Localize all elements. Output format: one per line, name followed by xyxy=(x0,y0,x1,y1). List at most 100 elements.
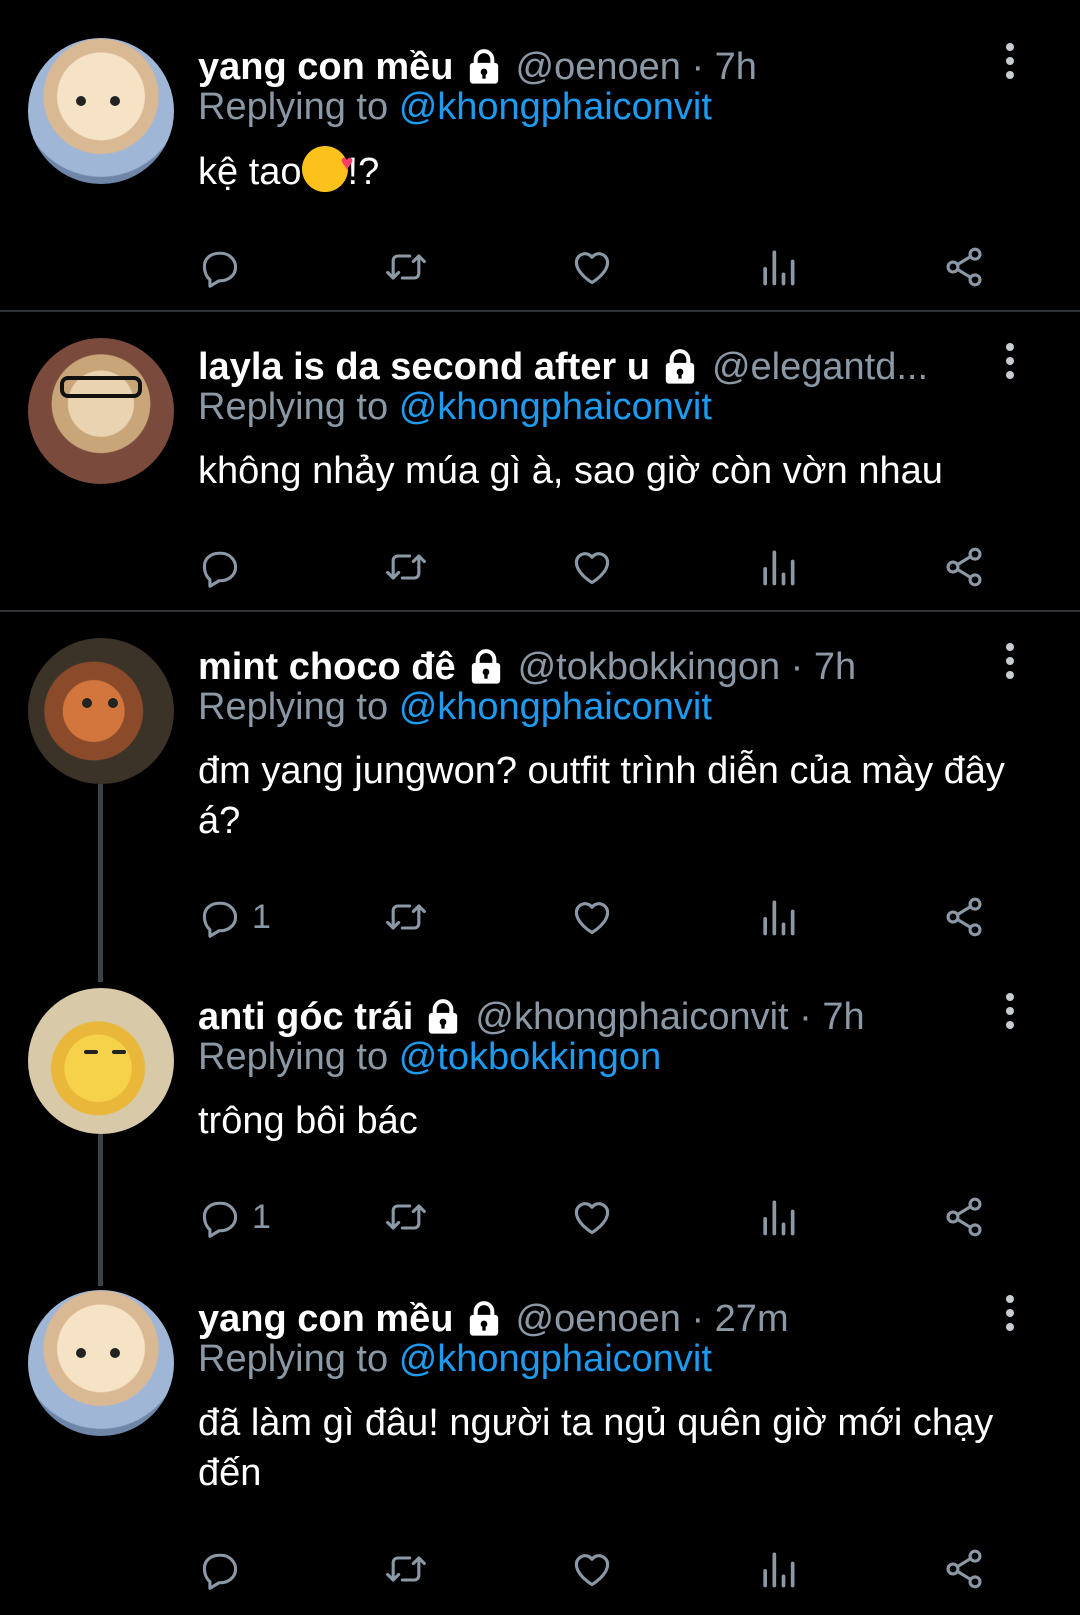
reply-button[interactable] xyxy=(198,1545,252,1593)
reply-button[interactable]: 1 xyxy=(198,893,271,941)
like-button[interactable] xyxy=(570,543,614,591)
analytics-button[interactable] xyxy=(756,243,800,291)
tweet-actions xyxy=(198,543,1018,591)
mention-link[interactable]: @khongphaiconvit xyxy=(399,386,712,428)
like-button[interactable] xyxy=(570,893,614,941)
timestamp[interactable]: 7h xyxy=(822,996,864,1039)
lock-icon xyxy=(466,647,506,687)
analytics-icon xyxy=(756,245,800,289)
tweet-actions: 1 xyxy=(198,1193,1018,1241)
mention-link[interactable]: @khongphaiconvit xyxy=(399,686,712,728)
replying-label: Replying to xyxy=(198,686,389,728)
divider xyxy=(0,610,1080,612)
tweet-text: trông bôi bác xyxy=(198,1100,418,1142)
analytics-button[interactable] xyxy=(756,1193,800,1241)
replying-to: Replying to @khongphaiconvit xyxy=(198,686,712,729)
share-button[interactable] xyxy=(942,243,986,291)
tweet-actions: 1 xyxy=(198,893,1018,941)
tweet-text: đã làm gì đâu! người ta ngủ quên giờ mới… xyxy=(198,1402,994,1494)
replying-label: Replying to xyxy=(198,1338,389,1380)
tweet-text: kệ tao!? xyxy=(198,138,1048,197)
reply-button[interactable]: 1 xyxy=(198,1193,271,1241)
retweet-icon xyxy=(384,1195,428,1239)
user-handle[interactable]: @oenoen xyxy=(516,1298,681,1341)
dot-separator: · xyxy=(680,1297,715,1340)
cat-avatar[interactable] xyxy=(28,38,174,184)
analytics-icon xyxy=(756,895,800,939)
analytics-icon xyxy=(756,1195,800,1239)
reply-button[interactable] xyxy=(198,243,252,291)
user-handle[interactable]: @elegantd... xyxy=(712,346,928,389)
reply-icon xyxy=(198,245,242,289)
retweet-button[interactable] xyxy=(384,543,428,591)
like-icon xyxy=(570,1195,614,1239)
display-name[interactable]: yang con mều xyxy=(198,46,454,89)
dot-separator: · xyxy=(680,45,715,88)
timestamp[interactable]: 7h xyxy=(715,46,757,89)
fox-avatar[interactable] xyxy=(28,638,174,784)
display-name[interactable]: anti góc trái xyxy=(198,996,413,1039)
reply-icon xyxy=(198,895,242,939)
share-button[interactable] xyxy=(942,1545,986,1593)
retweet-button[interactable] xyxy=(384,1193,428,1241)
share-icon xyxy=(942,1195,986,1239)
display-name[interactable]: yang con mều xyxy=(198,1298,454,1341)
display-name[interactable]: layla is da second after u xyxy=(198,346,650,389)
more-icon[interactable] xyxy=(1000,338,1020,388)
lock-icon xyxy=(423,997,463,1037)
tweet-text-part: kệ tao xyxy=(198,151,302,193)
duck-avatar[interactable] xyxy=(28,988,174,1134)
reply-icon xyxy=(198,545,242,589)
more-icon[interactable] xyxy=(1000,1290,1020,1340)
dot-separator: · xyxy=(780,645,814,688)
thread-line xyxy=(98,1134,103,1286)
replying-to: Replying to @khongphaiconvit xyxy=(198,1338,712,1381)
tweet-actions xyxy=(198,1545,1018,1593)
like-button[interactable] xyxy=(570,1545,614,1593)
timestamp[interactable]: 7h xyxy=(814,646,856,689)
mention-link[interactable]: @khongphaiconvit xyxy=(399,86,712,128)
analytics-button[interactable] xyxy=(756,543,800,591)
share-button[interactable] xyxy=(942,543,986,591)
replying-label: Replying to xyxy=(198,1036,389,1078)
dot-separator: · xyxy=(788,995,823,1038)
reply-count: 1 xyxy=(252,1197,271,1236)
user-handle[interactable]: @tokbokkingon xyxy=(518,646,781,689)
share-icon xyxy=(942,1547,986,1591)
retweet-button[interactable] xyxy=(384,1545,428,1593)
mention-link[interactable]: @tokbokkingon xyxy=(399,1036,662,1078)
reply-icon xyxy=(198,1547,242,1591)
retweet-button[interactable] xyxy=(384,893,428,941)
like-icon xyxy=(570,1547,614,1591)
like-button[interactable] xyxy=(570,243,614,291)
reply-icon xyxy=(198,1195,242,1239)
cat-avatar[interactable] xyxy=(28,1290,174,1436)
retweet-icon xyxy=(384,245,428,289)
retweet-icon xyxy=(384,545,428,589)
share-button[interactable] xyxy=(942,1193,986,1241)
mention-link[interactable]: @khongphaiconvit xyxy=(399,1338,712,1380)
more-icon[interactable] xyxy=(1000,638,1020,688)
more-icon[interactable] xyxy=(1000,38,1020,88)
tweet-text: đm yang jungwon? outfit trình diễn của m… xyxy=(198,750,1005,842)
like-button[interactable] xyxy=(570,1193,614,1241)
user-handle[interactable]: @oenoen xyxy=(516,46,681,89)
thread-line xyxy=(98,784,103,982)
lock-icon xyxy=(464,47,504,87)
analytics-button[interactable] xyxy=(756,1545,800,1593)
more-icon[interactable] xyxy=(1000,988,1020,1038)
share-button[interactable] xyxy=(942,893,986,941)
like-icon xyxy=(570,545,614,589)
analytics-button[interactable] xyxy=(756,893,800,941)
share-icon xyxy=(942,895,986,939)
replying-label: Replying to xyxy=(198,386,389,428)
reply-button[interactable] xyxy=(198,543,252,591)
timestamp[interactable]: 27m xyxy=(715,1298,789,1341)
replying-to: Replying to @khongphaiconvit xyxy=(198,386,712,429)
retweet-button[interactable] xyxy=(384,243,428,291)
user-handle[interactable]: @khongphaiconvit xyxy=(475,996,788,1039)
dog-with-glasses-avatar[interactable] xyxy=(28,338,174,484)
display-name[interactable]: mint choco đê xyxy=(198,646,456,689)
replying-to: Replying to @tokbokkingon xyxy=(198,1036,661,1079)
retweet-icon xyxy=(384,1547,428,1591)
